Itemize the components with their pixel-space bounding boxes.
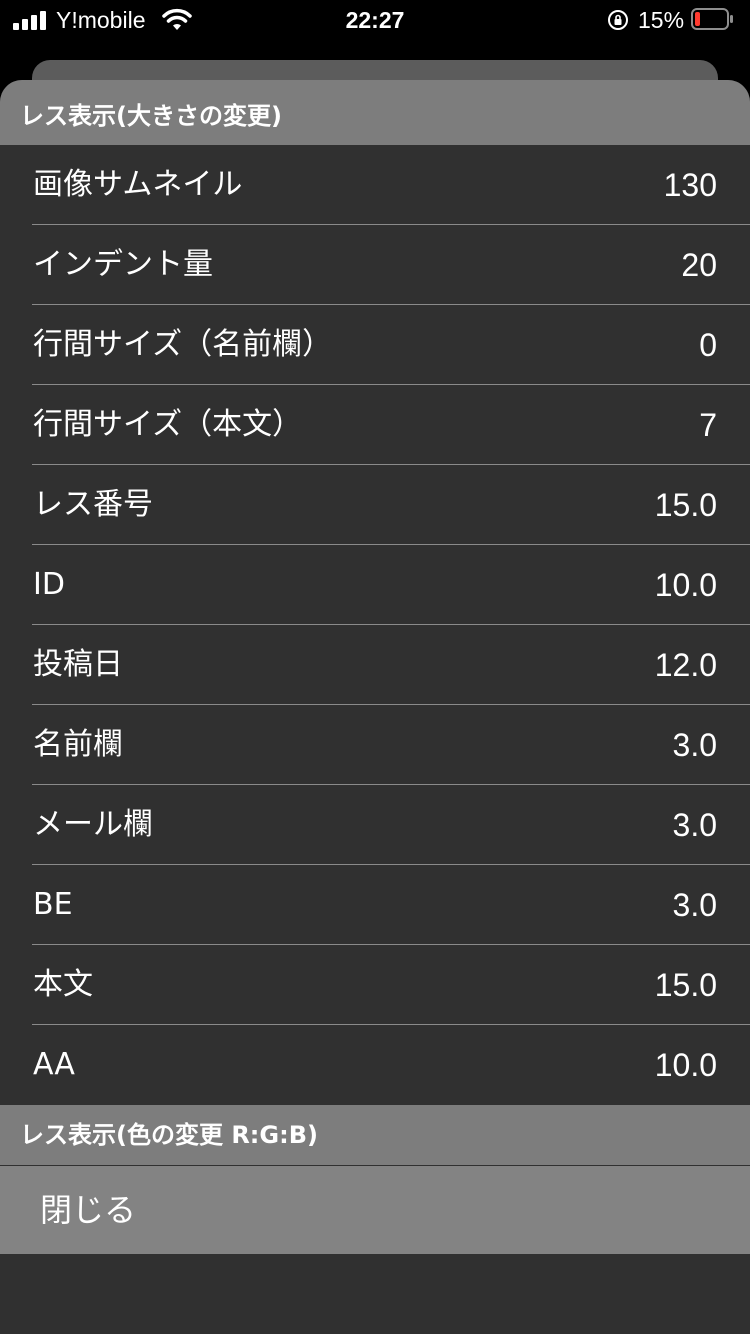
setting-row[interactable]: インデント量 20 <box>0 225 750 305</box>
setting-value: 3.0 <box>672 887 717 923</box>
status-bar: Y!mobile 22:27 15% <box>0 0 750 40</box>
setting-label: ID <box>33 567 65 602</box>
color-section-header: レス表示(色の変更 R:G:B) <box>0 1105 750 1165</box>
setting-row[interactable]: 本文 15.0 <box>0 945 750 1025</box>
setting-row[interactable]: ID 10.0 <box>0 545 750 625</box>
setting-row[interactable]: 名前欄 3.0 <box>0 705 750 785</box>
battery-icon <box>691 8 733 30</box>
setting-label: BE <box>33 887 73 922</box>
screen: Y!mobile 22:27 15% レス表示(大きさの変更) 画像サムネイル 1… <box>0 0 750 1334</box>
setting-label: 画像サムネイル <box>33 167 243 202</box>
setting-value: 0 <box>699 327 717 363</box>
setting-label: AA <box>33 1047 75 1082</box>
close-button[interactable]: 閉じる <box>0 1166 750 1254</box>
setting-label: インデント量 <box>33 247 213 282</box>
setting-value: 10.0 <box>654 1047 717 1083</box>
setting-row[interactable]: AA 10.0 <box>0 1025 750 1105</box>
setting-label: 行間サイズ（本文） <box>33 407 303 442</box>
setting-label: レス番号 <box>33 487 153 522</box>
setting-value: 130 <box>663 167 717 203</box>
setting-value: 3.0 <box>672 727 717 763</box>
setting-value: 15.0 <box>654 967 717 1003</box>
setting-label: 行間サイズ（名前欄） <box>33 327 333 362</box>
setting-value: 15.0 <box>654 487 717 523</box>
setting-row[interactable]: 行間サイズ（名前欄） 0 <box>0 305 750 385</box>
setting-row[interactable]: 投稿日 12.0 <box>0 625 750 705</box>
setting-value: 20 <box>681 247 717 283</box>
setting-value: 10.0 <box>654 567 717 603</box>
size-settings-list: 画像サムネイル 130 インデント量 20 行間サイズ（名前欄） 0 行間サイズ（本文） 7 レ… <box>0 145 750 1105</box>
setting-label: 本文 <box>33 967 93 1002</box>
setting-row[interactable]: 行間サイズ（本文） 7 <box>0 385 750 465</box>
battery-percentage: 15% <box>638 7 685 33</box>
setting-value: 3.0 <box>672 807 717 843</box>
setting-label: 名前欄 <box>33 727 123 762</box>
setting-row[interactable]: メール欄 3.0 <box>0 785 750 865</box>
orientation-lock-icon <box>608 10 628 30</box>
settings-sheet: レス表示(大きさの変更) 画像サムネイル 130 インデント量 20 行間サイズ（名前欄… <box>0 80 750 1334</box>
setting-value: 12.0 <box>654 647 717 683</box>
setting-label: メール欄 <box>33 807 153 842</box>
setting-label: 投稿日 <box>33 647 123 682</box>
setting-row[interactable]: 画像サムネイル 130 <box>0 145 750 225</box>
setting-row[interactable]: レス番号 15.0 <box>0 465 750 545</box>
setting-value: 7 <box>699 407 717 443</box>
setting-row[interactable]: BE 3.0 <box>0 865 750 945</box>
size-section-header: レス表示(大きさの変更) <box>0 80 750 145</box>
